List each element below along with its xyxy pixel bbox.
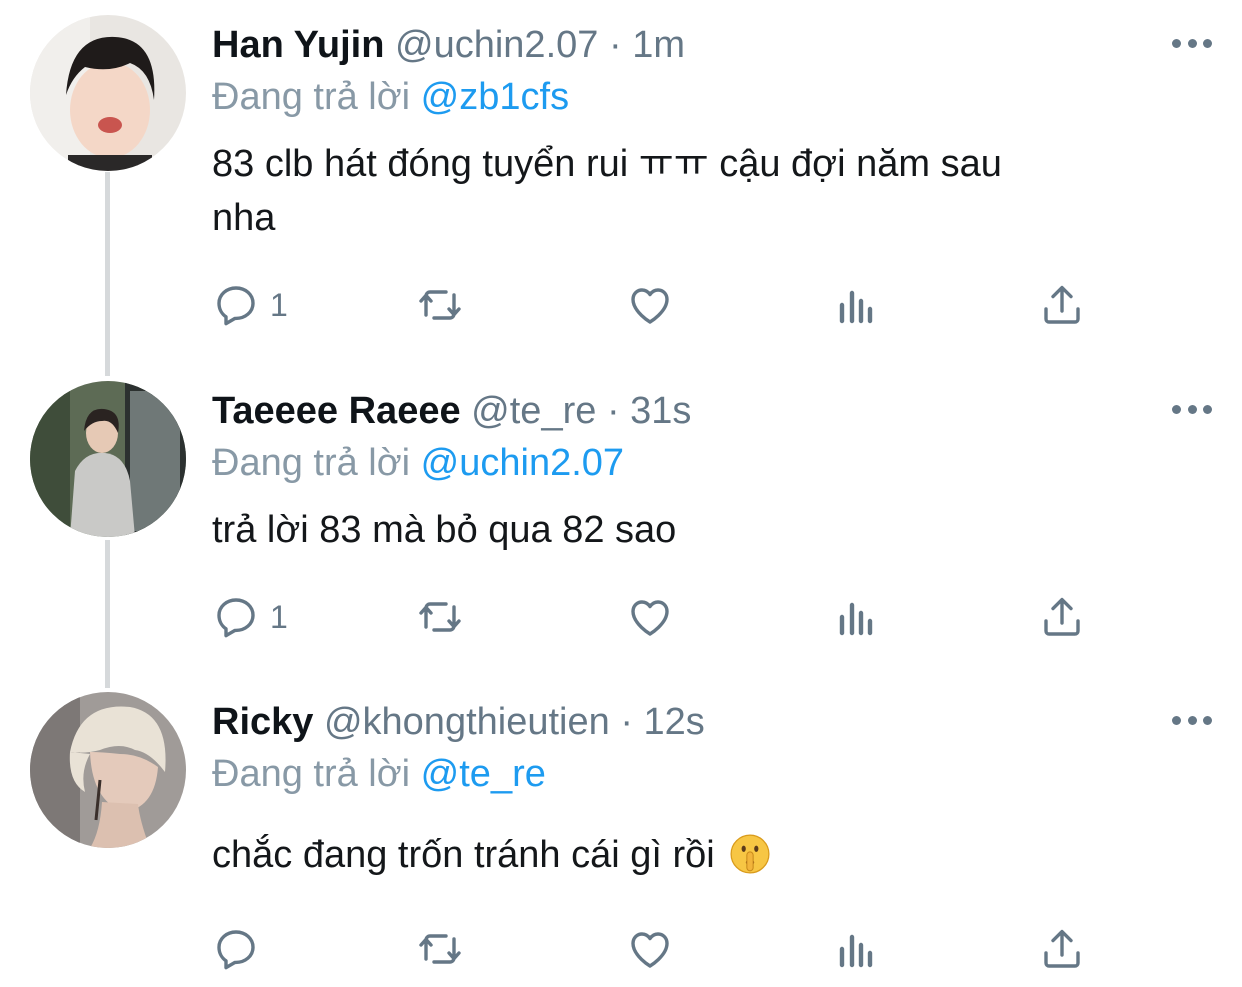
reply-button[interactable] xyxy=(212,924,270,974)
retweet-icon xyxy=(419,602,461,632)
replying-to-label: Đang trả lời xyxy=(212,753,411,795)
replying-to-label: Đang trả lời xyxy=(212,76,411,118)
share-button[interactable] xyxy=(1038,592,1086,642)
reply-icon xyxy=(217,286,255,326)
tweet-text-line: 83 clb hát đóng tuyển rui ㅠㅠ cậu đợi năm… xyxy=(212,143,1002,185)
retweet-button[interactable] xyxy=(416,592,464,642)
replying-to: Đang trả lời @uchin2.07 xyxy=(212,433,624,493)
tweet-text-line: nha xyxy=(212,197,276,239)
display-name[interactable]: Taeeee Raeee xyxy=(212,390,461,432)
avatar-photo-icon xyxy=(30,381,186,537)
views-icon xyxy=(839,290,873,324)
tweet[interactable]: Ricky @khongthieutien · 12s Đang trả lời… xyxy=(0,692,1242,982)
share-icon xyxy=(1044,285,1080,324)
views-button[interactable] xyxy=(832,924,880,974)
separator-dot: · xyxy=(608,24,622,66)
retweet-icon xyxy=(419,934,461,964)
like-icon xyxy=(631,288,669,324)
reply-icon xyxy=(217,598,255,638)
replying-to: Đang trả lời @te_re xyxy=(212,744,546,804)
tweet-text: trả lời 83 mà bỏ qua 82 sao xyxy=(212,503,1172,557)
share-button[interactable] xyxy=(1038,924,1086,974)
separator-dot: · xyxy=(606,390,620,432)
user-handle[interactable]: @khongthieutien xyxy=(324,701,610,743)
tweet[interactable]: Taeeee Raeee @te_re · 31s Đang trả lời @… xyxy=(0,381,1242,671)
views-icon xyxy=(839,602,873,636)
more-icon[interactable] xyxy=(1172,710,1212,730)
action-bar xyxy=(212,924,1092,974)
mention-link[interactable]: @uchin2.07 xyxy=(421,442,624,484)
retweet-icon xyxy=(419,290,461,320)
separator-dot: · xyxy=(620,701,633,743)
tweet-header: Ricky @khongthieutien · 12s xyxy=(212,692,705,752)
share-icon xyxy=(1044,597,1080,636)
display-name[interactable]: Ricky xyxy=(212,701,313,743)
share-button[interactable] xyxy=(1038,280,1086,330)
reply-button[interactable]: 1 xyxy=(212,280,288,330)
tweet[interactable]: Han Yujin @uchin2.07 · 1m Đang trả lời @… xyxy=(0,15,1242,355)
user-handle[interactable]: @uchin2.07 xyxy=(395,24,598,66)
like-button[interactable] xyxy=(626,280,674,330)
tweet-text: 83 clb hát đóng tuyển rui ㅠㅠ cậu đợi năm… xyxy=(212,137,1172,245)
tweet-header: Taeeee Raeee @te_re · 31s xyxy=(212,381,691,441)
avatar[interactable] xyxy=(30,692,186,848)
tweet-text-line: chắc đang trốn tránh cái gì rồi xyxy=(212,828,1172,882)
views-button[interactable] xyxy=(832,592,880,642)
more-icon[interactable] xyxy=(1172,399,1212,419)
like-icon xyxy=(631,600,669,636)
like-button[interactable] xyxy=(626,924,674,974)
tweet-text-content: chắc đang trốn tránh cái gì rồi xyxy=(212,834,715,876)
like-icon xyxy=(631,932,669,968)
action-bar: 1 xyxy=(212,592,1092,642)
avatar[interactable] xyxy=(30,381,186,537)
timestamp[interactable]: 1m xyxy=(632,24,685,66)
mention-link[interactable]: @te_re xyxy=(421,753,546,795)
replying-to-label: Đang trả lời xyxy=(212,442,411,484)
display-name[interactable]: Han Yujin xyxy=(212,24,384,66)
reply-icon xyxy=(217,930,255,970)
mention-link[interactable]: @zb1cfs xyxy=(421,76,569,118)
action-bar: 1 xyxy=(212,280,1092,330)
views-button[interactable] xyxy=(832,280,880,330)
reply-count: 1 xyxy=(270,598,288,635)
avatar-photo-icon xyxy=(30,692,186,848)
retweet-button[interactable] xyxy=(416,924,464,974)
retweet-button[interactable] xyxy=(416,280,464,330)
avatar-photo-icon xyxy=(30,15,186,171)
timestamp[interactable]: 31s xyxy=(630,390,691,432)
timestamp[interactable]: 12s xyxy=(644,701,705,743)
avatar[interactable] xyxy=(30,15,186,171)
tweet-text: chắc đang trốn tránh cái gì rồi xyxy=(212,828,1172,882)
like-button[interactable] xyxy=(626,592,674,642)
tweet-header: Han Yujin @uchin2.07 · 1m xyxy=(212,15,685,75)
reply-button[interactable]: 1 xyxy=(212,592,288,642)
reply-count: 1 xyxy=(270,286,288,323)
replying-to: Đang trả lời @zb1cfs xyxy=(212,67,569,127)
share-icon xyxy=(1044,929,1080,968)
views-icon xyxy=(839,934,873,968)
shushing-face-emoji-icon xyxy=(730,834,770,874)
tweet-text-line: trả lời 83 mà bỏ qua 82 sao xyxy=(212,509,677,551)
user-handle[interactable]: @te_re xyxy=(471,390,596,432)
more-icon[interactable] xyxy=(1172,33,1212,53)
